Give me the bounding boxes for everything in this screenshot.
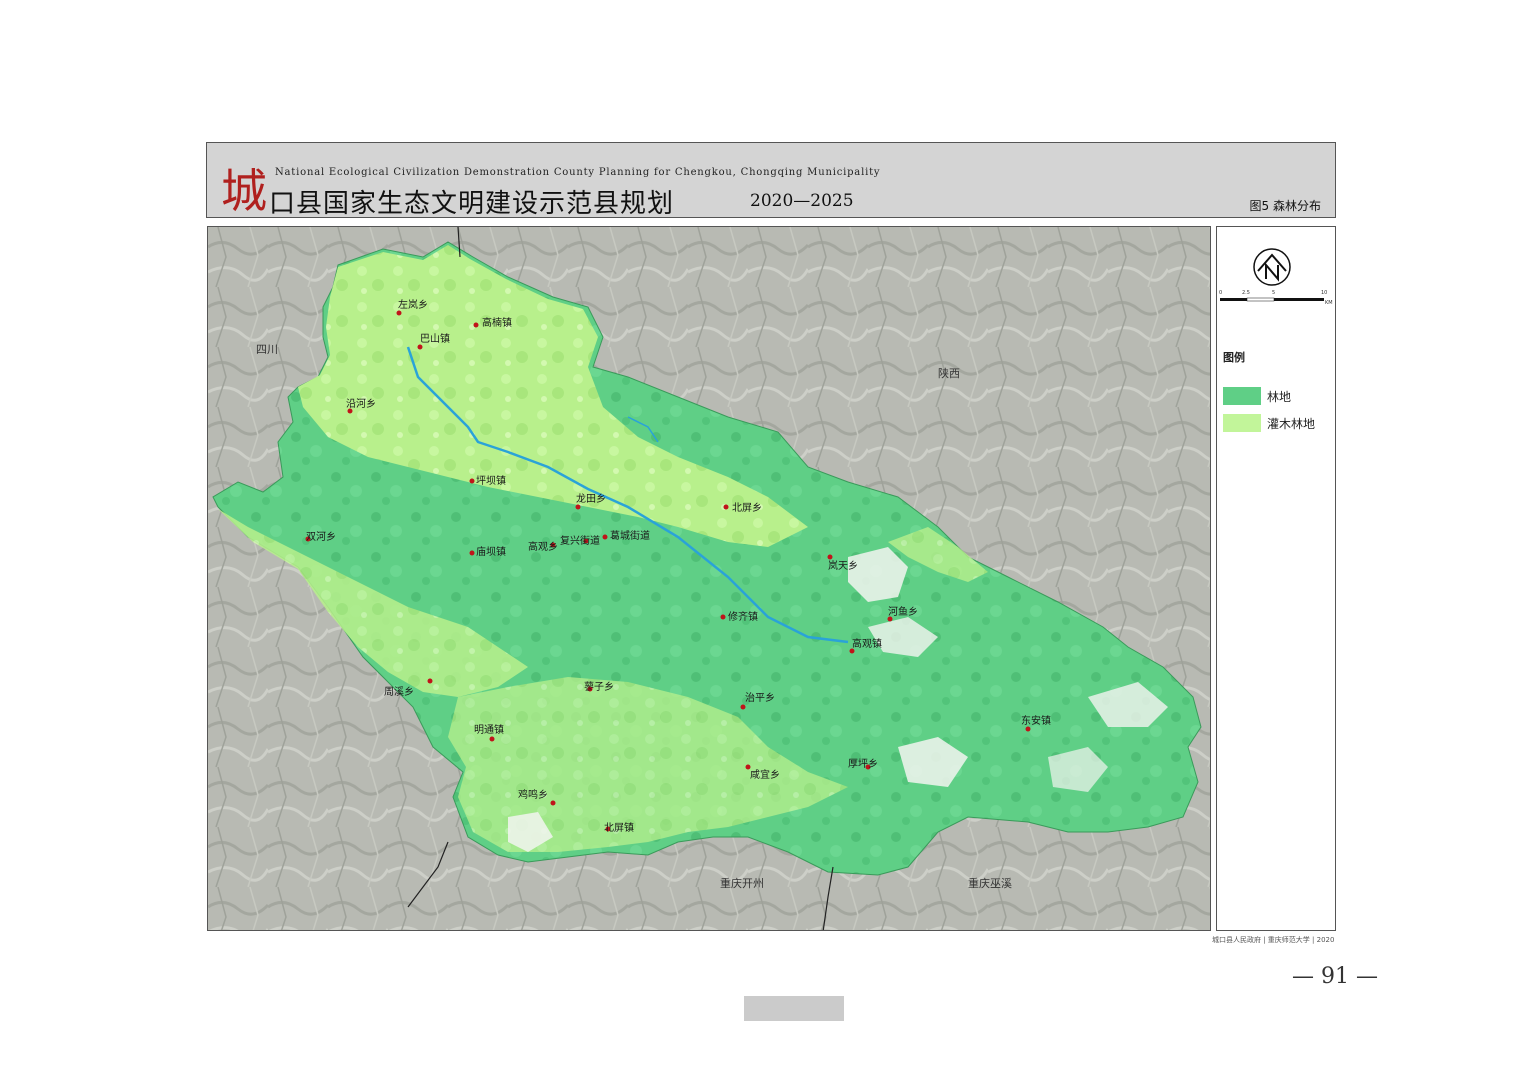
- svg-text:高楠镇: 高楠镇: [482, 316, 512, 329]
- town-marker: 复兴街道: [560, 534, 600, 547]
- map-credit: 城口县人民政府 | 重庆师范大学 | 2020: [1212, 936, 1335, 944]
- legend-item: 灌木林地: [1223, 414, 1315, 432]
- svg-text:龙田乡: 龙田乡: [576, 492, 606, 505]
- svg-text:厚坪乡: 厚坪乡: [848, 757, 878, 770]
- svg-text:北屏乡: 北屏乡: [732, 502, 762, 514]
- svg-text:北屏镇: 北屏镇: [604, 821, 634, 834]
- scale-bar: 0 2.5 5 10 KM: [1219, 290, 1333, 306]
- svg-text:双河乡: 双河乡: [306, 531, 336, 543]
- figure-label: 图5 森林分布: [1249, 199, 1321, 213]
- north-arrow-icon: [1253, 248, 1291, 286]
- subtitle-en: National Ecological Civilization Demonst…: [275, 167, 881, 178]
- town-marker: 北屏镇: [604, 821, 634, 834]
- logo: 城: [221, 163, 267, 218]
- town-marker: 葛城街道: [602, 529, 650, 542]
- region-label-shaanxi: 陕西: [938, 366, 960, 380]
- svg-text:明通镇: 明通镇: [474, 723, 504, 736]
- svg-text:东安镇: 东安镇: [1021, 714, 1051, 727]
- svg-text:葛城街道: 葛城街道: [610, 529, 650, 542]
- svg-text:高观镇: 高观镇: [852, 637, 882, 650]
- svg-text:巴山镇: 巴山镇: [420, 332, 450, 345]
- svg-text:鸡鸣乡: 鸡鸣乡: [518, 788, 548, 801]
- scale-tick-label: 2.5: [1242, 290, 1250, 296]
- svg-text:咸宜乡: 咸宜乡: [750, 768, 780, 781]
- svg-text:沿河乡: 沿河乡: [346, 398, 376, 410]
- svg-text:岚天乡: 岚天乡: [828, 560, 858, 572]
- svg-text:河鱼乡: 河鱼乡: [888, 605, 918, 618]
- legend-swatch: [1223, 414, 1261, 432]
- scale-unit: KM: [1325, 300, 1333, 306]
- region-label-sichuan: 四川: [256, 343, 278, 356]
- svg-text:庙坝镇: 庙坝镇: [476, 545, 506, 558]
- scale-tick-label: 5: [1272, 290, 1275, 296]
- svg-text:治平乡: 治平乡: [745, 691, 775, 704]
- footer-bar: [744, 996, 844, 1021]
- legend-label: 林地: [1267, 389, 1292, 404]
- forest-map: 四川 陕西 重庆开州 重庆巫溪 左岚乡 高楠镇 巴山镇 沿河乡 坪坝镇 龙田乡 …: [207, 226, 1211, 931]
- town-marker: 蓼子乡: [584, 680, 614, 693]
- logo-char: 城: [221, 164, 267, 213]
- svg-text:修齐镇: 修齐镇: [728, 610, 758, 623]
- legend-item: 林地: [1223, 387, 1291, 405]
- svg-text:复兴街道: 复兴街道: [560, 534, 600, 547]
- svg-text:周溪乡: 周溪乡: [384, 686, 414, 698]
- town-marker: 高观乡: [528, 540, 558, 553]
- page-title: 口县国家生态文明建设示范县规划: [269, 189, 675, 219]
- legend-label: 灌木林地: [1267, 416, 1316, 431]
- town-marker: 厚坪乡: [848, 757, 878, 770]
- svg-text:高观乡: 高观乡: [528, 540, 558, 553]
- legend-title: 图例: [1223, 351, 1245, 364]
- region-label-wuxi: 重庆巫溪: [968, 876, 1012, 890]
- plan-years: 2020—2025: [750, 191, 854, 211]
- compass-and-scale: 0 2.5 5 10 KM: [1219, 248, 1333, 306]
- page-number: — 91 —: [1292, 964, 1378, 989]
- legend-panel: 0 2.5 5 10 KM 图例 林地 灌木林地: [1216, 226, 1336, 931]
- scale-tick-label: 10: [1321, 290, 1327, 296]
- svg-text:坪坝镇: 坪坝镇: [476, 474, 506, 487]
- region-label-kaizhou: 重庆开州: [720, 876, 764, 890]
- legend-swatch: [1223, 387, 1261, 405]
- town-marker: 双河乡: [305, 531, 336, 543]
- svg-text:蓼子乡: 蓼子乡: [584, 680, 614, 693]
- svg-text:左岚乡: 左岚乡: [398, 298, 428, 311]
- map-header: 城 National Ecological Civilization Demon…: [206, 142, 1336, 219]
- scale-tick-label: 0: [1219, 290, 1222, 296]
